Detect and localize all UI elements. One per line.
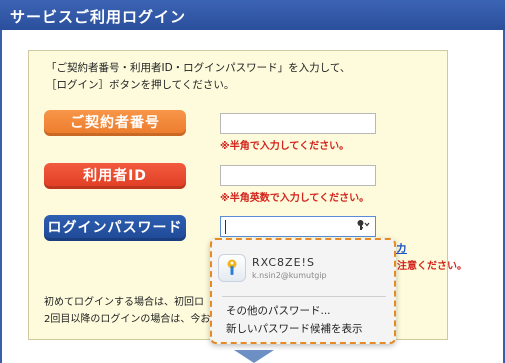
user-id-hint: ※半角英数で入力してください。	[220, 193, 370, 204]
page-title: サービスご利用ログイン	[10, 8, 187, 26]
password-autofill-popup: RXC8ZE!S k.nsin2@kumutgip その他のパスワード... 新…	[210, 238, 396, 344]
chevron-down-icon	[364, 222, 370, 227]
intro-line-1: 「ご契約者番号・利用者ID・ログインパスワード」を入力して、	[46, 62, 351, 74]
login-password-label: ログインパスワード	[44, 215, 186, 241]
credential-user: k.nsin2@kumutgip	[252, 271, 327, 280]
password-autofill-button[interactable]	[357, 219, 371, 234]
other-passwords-item[interactable]: その他のパスワード...	[226, 303, 331, 318]
contract-number-label: ご契約者番号	[44, 110, 186, 136]
login-password-input[interactable]	[220, 216, 376, 237]
contract-number-input[interactable]	[220, 113, 376, 134]
intro-line-2: ［ログイン］ボタンを押してください。	[46, 79, 235, 91]
user-id-input[interactable]	[220, 165, 376, 186]
passwords-app-icon	[218, 254, 246, 282]
credential-text: RXC8ZE!S k.nsin2@kumutgip	[252, 256, 327, 280]
key-icon	[357, 220, 370, 230]
text-caret	[225, 220, 226, 234]
side-note: 注意ください。	[397, 261, 467, 272]
user-id-label: 利用者ID	[44, 163, 186, 189]
credential-name: RXC8ZE!S	[252, 256, 315, 269]
page-header: サービスご利用ログイン	[0, 0, 505, 30]
intro-text: 「ご契約者番号・利用者ID・ログインパスワード」を入力して、 ［ログイン］ボタン…	[46, 60, 436, 94]
saved-credential-item[interactable]: RXC8ZE!S k.nsin2@kumutgip	[218, 248, 390, 288]
down-arrow-icon	[234, 350, 274, 363]
suggest-password-item[interactable]: 新しいパスワード候補を表示	[226, 321, 363, 336]
forgot-link[interactable]: カ	[396, 240, 407, 256]
contract-number-hint: ※半角で入力してください。	[220, 141, 350, 152]
popup-divider	[222, 296, 386, 297]
